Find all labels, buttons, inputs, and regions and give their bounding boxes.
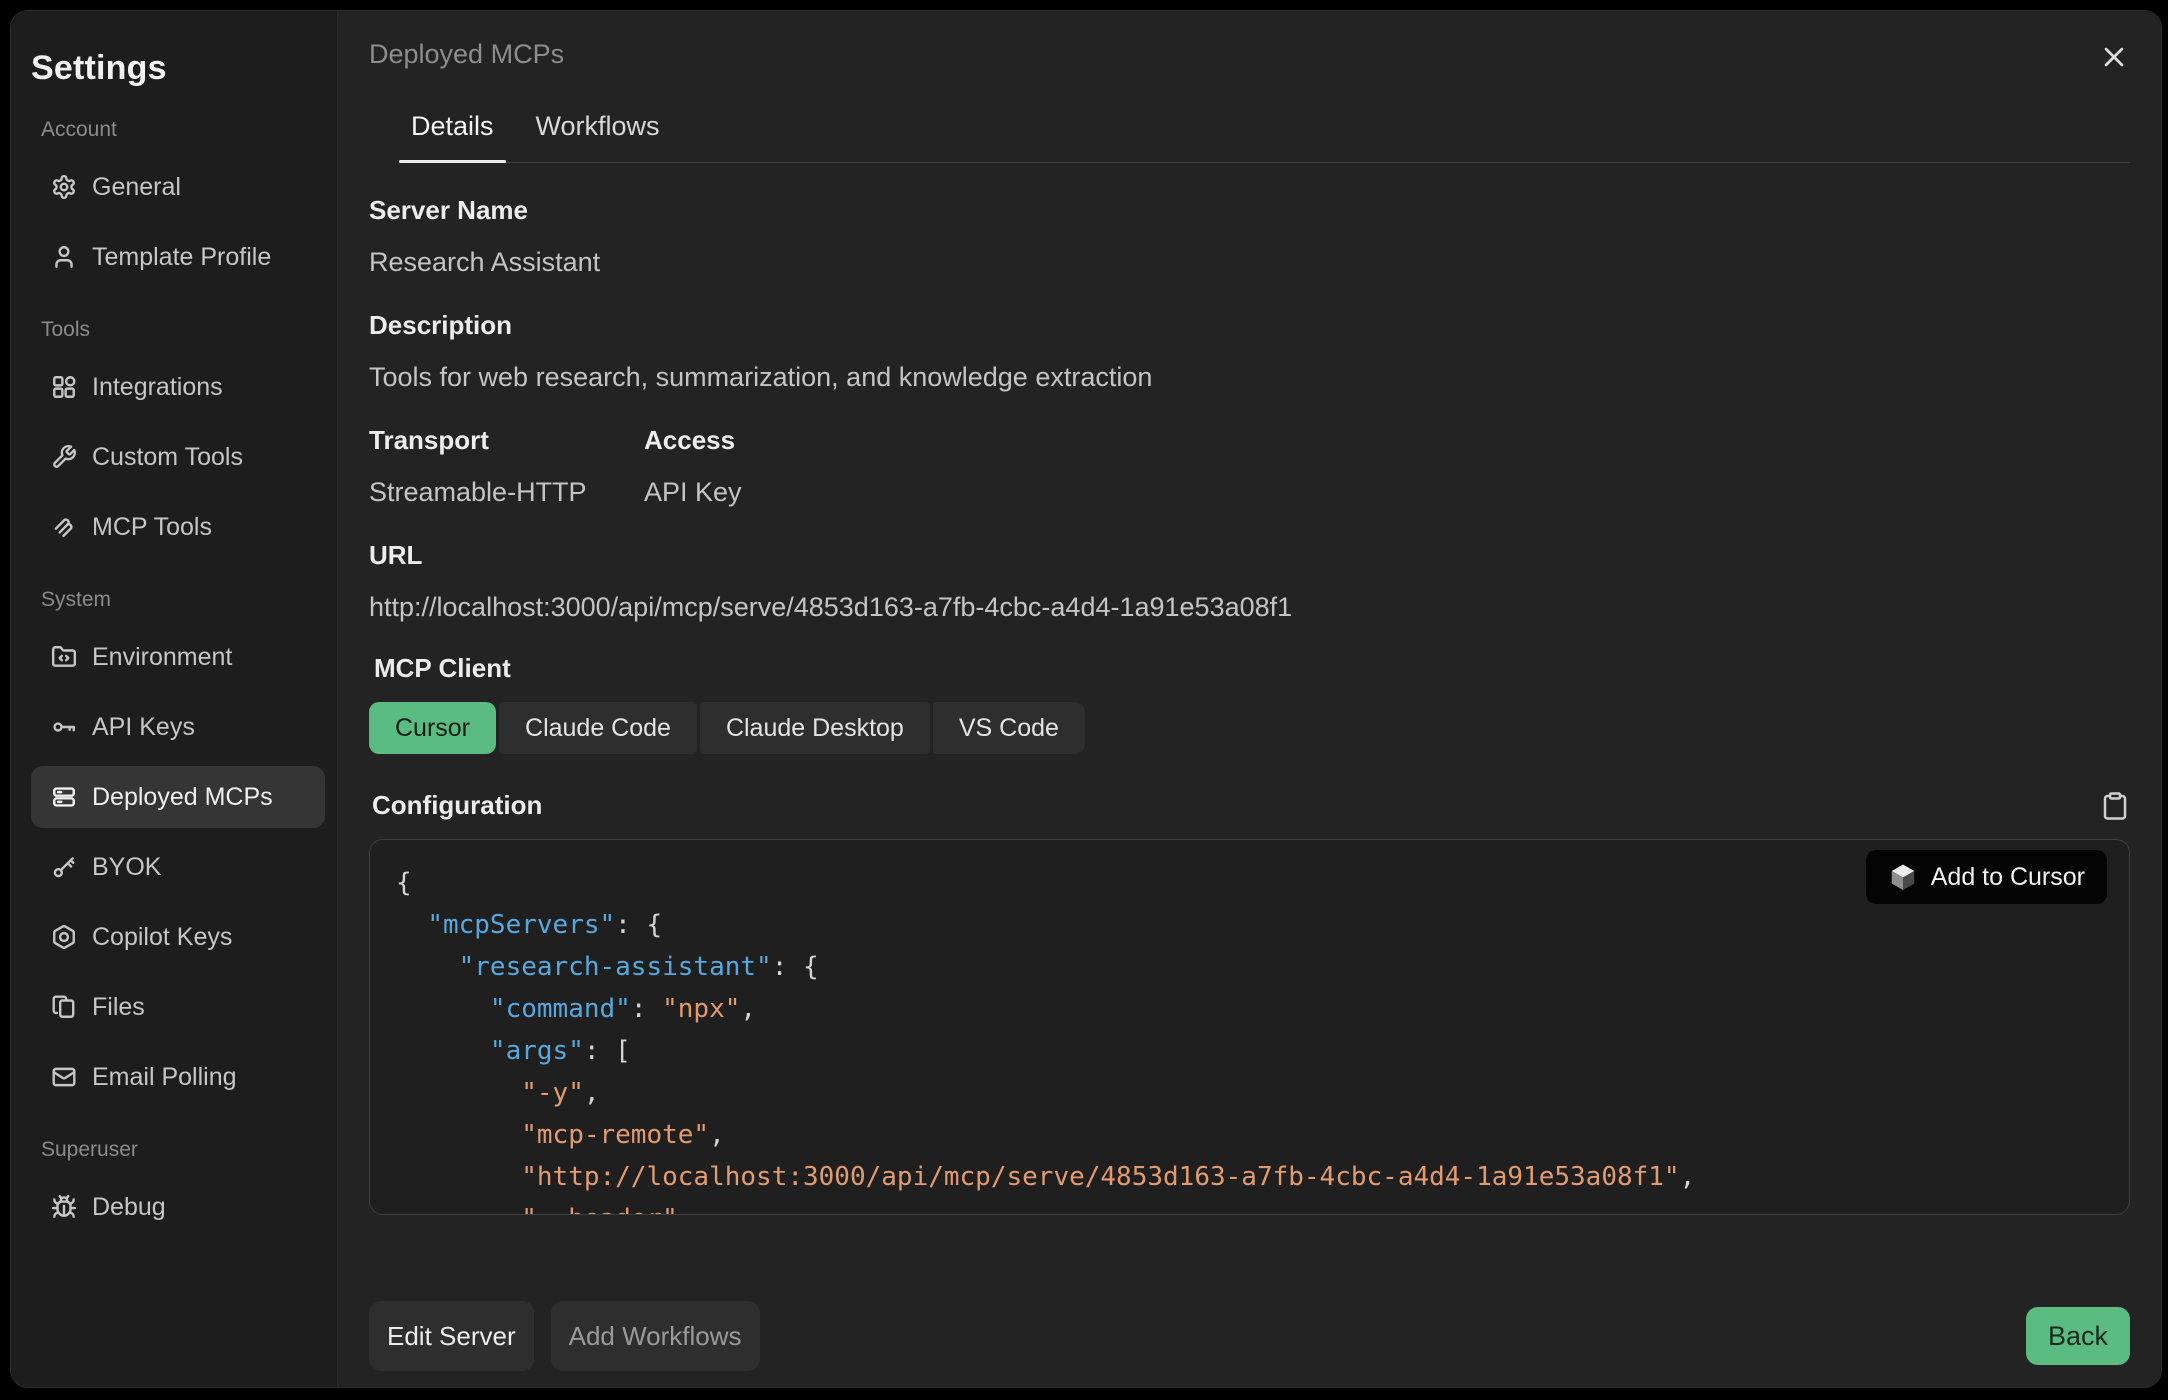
sidebar-item-label: MCP Tools	[92, 513, 212, 542]
add-to-cursor-label: Add to Cursor	[1931, 863, 2085, 892]
mail-icon	[51, 1064, 77, 1090]
url-value: http://localhost:3000/api/mcp/serve/4853…	[369, 592, 2130, 623]
sidebar-item-email-polling[interactable]: Email Polling	[31, 1046, 325, 1108]
add-to-cursor-button[interactable]: Add to Cursor	[1866, 850, 2107, 904]
server-name-value: Research Assistant	[369, 247, 2130, 278]
wrench-icon	[51, 444, 77, 470]
access-value: API Key	[644, 477, 742, 508]
sidebar-item-label: Files	[92, 993, 145, 1022]
code-line: "research-assistant": {	[396, 946, 2103, 988]
sidebar-item-label: Email Polling	[92, 1063, 237, 1092]
sidebar-item-general[interactable]: General	[31, 156, 325, 218]
sidebar-title: Settings	[31, 49, 325, 88]
settings-modal: Settings Account General Template Profil…	[10, 10, 2162, 1388]
sidebar-item-copilot-keys[interactable]: Copilot Keys	[31, 906, 325, 968]
description-value: Tools for web research, summarization, a…	[369, 362, 2130, 393]
tab-bar: Details Workflows	[399, 103, 2130, 163]
sidebar-item-debug[interactable]: Debug	[31, 1176, 325, 1238]
panel-footer: Edit Server Add Workflows Back	[369, 1269, 2130, 1371]
sidebar-item-label: General	[92, 173, 181, 202]
sidebar-item-label: Custom Tools	[92, 443, 243, 472]
mcp-client-label: MCP Client	[374, 653, 2130, 684]
add-workflows-button[interactable]: Add Workflows	[551, 1301, 760, 1371]
tab-workflows[interactable]: Workflows	[524, 103, 672, 162]
sidebar-section-account: Account General Template Profile	[31, 118, 325, 288]
sidebar-item-files[interactable]: Files	[31, 976, 325, 1038]
sidebar-item-label: Deployed MCPs	[92, 783, 273, 812]
code-line: "-y",	[396, 1072, 2103, 1114]
sidebar-item-label: BYOK	[92, 853, 161, 882]
section-label: Tools	[41, 318, 325, 342]
server-icon	[51, 784, 77, 810]
copy-icon[interactable]	[2100, 791, 2130, 821]
sidebar-item-label: API Keys	[92, 713, 195, 742]
sidebar-section-system: System Environment API Keys Deployed MCP…	[31, 588, 325, 1108]
access-label: Access	[644, 425, 742, 456]
transport-label: Transport	[369, 425, 644, 456]
code-line: {	[396, 862, 2103, 904]
close-icon[interactable]	[2098, 41, 2130, 73]
configuration-label: Configuration	[372, 790, 542, 821]
client-option-vs-code[interactable]: VS Code	[933, 702, 1085, 754]
sidebar-item-integrations[interactable]: Integrations	[31, 356, 325, 418]
server-name-label: Server Name	[369, 195, 2130, 226]
files-icon	[51, 994, 77, 1020]
deployed-mcps-panel: Deployed MCPs Details Workflows Server N…	[338, 11, 2161, 1387]
bug-icon	[51, 1194, 77, 1220]
blocks-icon	[51, 374, 77, 400]
code-line: "mcpServers": {	[396, 904, 2103, 946]
code-line: "http://localhost:3000/api/mcp/serve/485…	[396, 1156, 2103, 1198]
sidebar-item-mcp-tools[interactable]: MCP Tools	[31, 496, 325, 558]
code-line: "command": "npx",	[396, 988, 2103, 1030]
code-line: "--header"	[396, 1198, 2103, 1215]
description-label: Description	[369, 310, 2130, 341]
cursor-logo-icon	[1888, 862, 1918, 892]
section-label: System	[41, 588, 325, 612]
mcp-client-selector: Cursor Claude Code Claude Desktop VS Cod…	[369, 702, 2130, 754]
code-content: { "mcpServers": { "research-assistant": …	[370, 840, 2129, 1215]
folder-code-icon	[51, 644, 77, 670]
key-icon	[51, 714, 77, 740]
sidebar-item-api-keys[interactable]: API Keys	[31, 696, 325, 758]
panel-title: Deployed MCPs	[369, 39, 564, 70]
section-label: Superuser	[41, 1138, 325, 1162]
section-label: Account	[41, 118, 325, 142]
sidebar-item-environment[interactable]: Environment	[31, 626, 325, 688]
sidebar-item-label: Template Profile	[92, 243, 271, 272]
code-line: "args": [	[396, 1030, 2103, 1072]
transport-value: Streamable-HTTP	[369, 477, 644, 508]
sidebar-item-custom-tools[interactable]: Custom Tools	[31, 426, 325, 488]
mcp-icon	[51, 514, 77, 540]
sidebar-item-deployed-mcps[interactable]: Deployed MCPs	[31, 766, 325, 828]
configuration-code-block[interactable]: { "mcpServers": { "research-assistant": …	[369, 839, 2130, 1215]
sidebar-section-tools: Tools Integrations Custom Tools MCP Tool…	[31, 318, 325, 558]
edit-server-button[interactable]: Edit Server	[369, 1301, 534, 1371]
back-button[interactable]: Back	[2026, 1307, 2130, 1365]
transport-access-row: Transport Streamable-HTTP Access API Key	[369, 393, 2130, 508]
url-label: URL	[369, 540, 2130, 571]
user-icon	[51, 244, 77, 270]
sidebar-item-byok[interactable]: BYOK	[31, 836, 325, 898]
sidebar-item-label: Copilot Keys	[92, 923, 232, 952]
sidebar-section-superuser: Superuser Debug	[31, 1138, 325, 1238]
code-line: "mcp-remote",	[396, 1114, 2103, 1156]
gear-icon	[51, 174, 77, 200]
client-option-claude-desktop[interactable]: Claude Desktop	[700, 702, 930, 754]
sidebar-item-label: Environment	[92, 643, 232, 672]
client-option-claude-code[interactable]: Claude Code	[499, 702, 697, 754]
panel-header: Deployed MCPs	[369, 39, 2130, 73]
settings-sidebar: Settings Account General Template Profil…	[11, 11, 338, 1387]
client-option-cursor[interactable]: Cursor	[369, 702, 496, 754]
hexagon-circle-icon	[51, 924, 77, 950]
key-diagonal-icon	[51, 854, 77, 880]
sidebar-item-template-profile[interactable]: Template Profile	[31, 226, 325, 288]
configuration-header: Configuration	[369, 790, 2130, 821]
sidebar-item-label: Integrations	[92, 373, 223, 402]
sidebar-item-label: Debug	[92, 1193, 166, 1222]
tab-details[interactable]: Details	[399, 103, 506, 162]
